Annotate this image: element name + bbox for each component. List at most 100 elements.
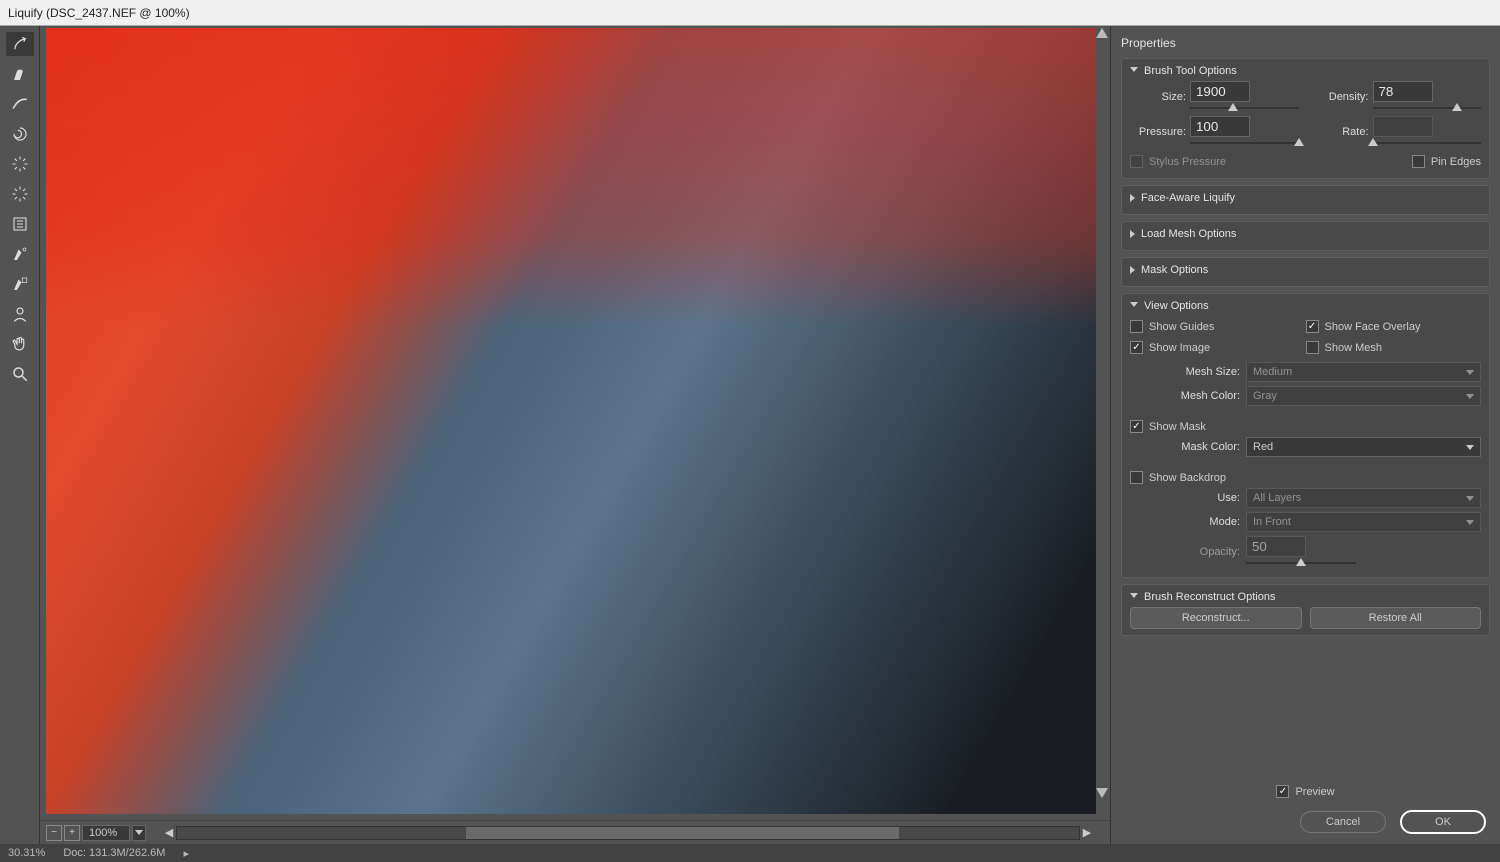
- pressure-input[interactable]: [1190, 116, 1250, 137]
- show-backdrop-check[interactable]: [1130, 471, 1143, 484]
- dialog-titlebar: Liquify (DSC_2437.NEF @ 100%): [0, 0, 1500, 26]
- status-expand-icon[interactable]: ▸: [183, 847, 189, 860]
- view-options-header[interactable]: View Options: [1130, 300, 1481, 312]
- thaw-mask-tool[interactable]: [6, 272, 34, 296]
- mesh-color-label: Mesh Color:: [1130, 390, 1240, 402]
- disclosure-icon: [1130, 266, 1135, 274]
- forward-warp-tool[interactable]: [6, 32, 34, 56]
- size-input[interactable]: [1190, 81, 1250, 102]
- canvas-footer: − + 100% ◀ ▶: [40, 820, 1110, 844]
- hscroll-right-icon[interactable]: ▶: [1080, 826, 1094, 840]
- smooth-tool[interactable]: [6, 92, 34, 116]
- disclosure-icon: [1130, 67, 1138, 76]
- disclosure-icon: [1130, 302, 1138, 311]
- section-title: Load Mesh Options: [1141, 228, 1236, 240]
- push-left-tool[interactable]: [6, 212, 34, 236]
- zoom-dropdown[interactable]: [132, 825, 146, 841]
- stylus-pressure-label: Stylus Pressure: [1149, 156, 1226, 168]
- pucker-tool[interactable]: [6, 152, 34, 176]
- show-image-label: Show Image: [1149, 342, 1210, 354]
- chevron-down-icon: [135, 830, 143, 835]
- show-mask-check[interactable]: [1130, 420, 1143, 433]
- face-tool[interactable]: [6, 302, 34, 326]
- use-dropdown: All Layers: [1246, 488, 1481, 508]
- disclosure-icon: [1130, 593, 1138, 602]
- twirl-tool[interactable]: [6, 122, 34, 146]
- preview-check[interactable]: [1276, 785, 1289, 798]
- canvas-area: − + 100% ◀ ▶: [40, 26, 1110, 844]
- reconstruct-button[interactable]: Reconstruct...: [1130, 607, 1302, 629]
- opacity-input: [1246, 536, 1306, 557]
- show-mesh-check[interactable]: [1306, 341, 1319, 354]
- pressure-slider[interactable]: [1190, 139, 1299, 147]
- load-mesh-header[interactable]: Load Mesh Options: [1130, 228, 1481, 240]
- show-mesh-label: Show Mesh: [1325, 342, 1382, 354]
- show-guides-check[interactable]: [1130, 320, 1143, 333]
- mask-options-header[interactable]: Mask Options: [1130, 264, 1481, 276]
- section-title: Brush Tool Options: [1144, 65, 1237, 77]
- dropdown-value: Red: [1253, 441, 1273, 453]
- density-slider[interactable]: [1373, 104, 1482, 112]
- pin-edges-label: Pin Edges: [1431, 156, 1481, 168]
- tool-palette: [0, 26, 40, 844]
- hscroll-thumb[interactable]: [466, 827, 899, 839]
- size-slider[interactable]: [1190, 104, 1299, 112]
- section-title: Mask Options: [1141, 264, 1208, 276]
- chevron-down-icon: [1466, 496, 1474, 501]
- mesh-size-label: Mesh Size:: [1130, 366, 1240, 378]
- section-title: Face-Aware Liquify: [1141, 192, 1235, 204]
- use-label: Use:: [1130, 492, 1240, 504]
- chevron-down-icon: [1466, 394, 1474, 399]
- pressure-label: Pressure:: [1130, 126, 1186, 138]
- load-mesh-section: Load Mesh Options: [1121, 221, 1490, 251]
- chevron-down-icon: [1466, 370, 1474, 375]
- mesh-size-dropdown: Medium: [1246, 362, 1481, 382]
- hand-tool[interactable]: [6, 332, 34, 356]
- hscroll-track[interactable]: [176, 826, 1080, 840]
- reconstruct-tool[interactable]: [6, 62, 34, 86]
- pin-edges-check[interactable]: [1412, 155, 1425, 168]
- ok-button[interactable]: OK: [1400, 810, 1486, 834]
- face-aware-header[interactable]: Face-Aware Liquify: [1130, 192, 1481, 204]
- mask-options-section: Mask Options: [1121, 257, 1490, 287]
- restore-all-button[interactable]: Restore All: [1310, 607, 1482, 629]
- view-options-section: View Options Show Guides Show Face Overl…: [1121, 293, 1490, 578]
- zoom-value[interactable]: 100%: [82, 825, 130, 841]
- freeze-mask-tool[interactable]: [6, 242, 34, 266]
- disclosure-icon: [1130, 230, 1135, 238]
- size-label: Size:: [1130, 91, 1186, 103]
- liquify-dialog: − + 100% ◀ ▶ Properties Brush Tool Optio…: [0, 26, 1500, 844]
- show-face-overlay-check[interactable]: [1306, 320, 1319, 333]
- show-guides-label: Show Guides: [1149, 321, 1214, 333]
- cancel-button[interactable]: Cancel: [1300, 811, 1386, 833]
- rate-slider: [1373, 139, 1482, 147]
- canvas-viewport[interactable]: [40, 26, 1110, 820]
- brush-tool-options-section: Brush Tool Options Size: Density:: [1121, 58, 1490, 179]
- density-input[interactable]: [1373, 81, 1433, 102]
- hscroll-left-icon[interactable]: ◀: [162, 826, 176, 840]
- bloat-tool[interactable]: [6, 182, 34, 206]
- vscroll-up-icon[interactable]: [1096, 28, 1108, 38]
- rate-label: Rate:: [1313, 126, 1369, 138]
- brush-reconstruct-header[interactable]: Brush Reconstruct Options: [1130, 591, 1481, 603]
- brush-reconstruct-section: Brush Reconstruct Options Reconstruct...…: [1121, 584, 1490, 636]
- preview-label: Preview: [1295, 786, 1334, 798]
- vscroll-down-icon[interactable]: [1096, 788, 1108, 798]
- properties-title: Properties: [1121, 32, 1490, 58]
- dropdown-value: In Front: [1253, 516, 1291, 528]
- show-image-check[interactable]: [1130, 341, 1143, 354]
- dropdown-value: Gray: [1253, 390, 1277, 402]
- zoom-tool[interactable]: [6, 362, 34, 386]
- zoom-in-button[interactable]: +: [64, 825, 80, 841]
- show-backdrop-label: Show Backdrop: [1149, 472, 1226, 484]
- section-title: Brush Reconstruct Options: [1144, 591, 1275, 603]
- opacity-slider: [1246, 559, 1356, 567]
- mode-label: Mode:: [1130, 516, 1240, 528]
- mask-color-dropdown[interactable]: Red: [1246, 437, 1481, 457]
- chevron-down-icon: [1466, 445, 1474, 450]
- zoom-out-button[interactable]: −: [46, 825, 62, 841]
- brush-tool-options-header[interactable]: Brush Tool Options: [1130, 65, 1481, 77]
- opacity-label: Opacity:: [1130, 546, 1240, 558]
- face-aware-section: Face-Aware Liquify: [1121, 185, 1490, 215]
- density-label: Density:: [1313, 91, 1369, 103]
